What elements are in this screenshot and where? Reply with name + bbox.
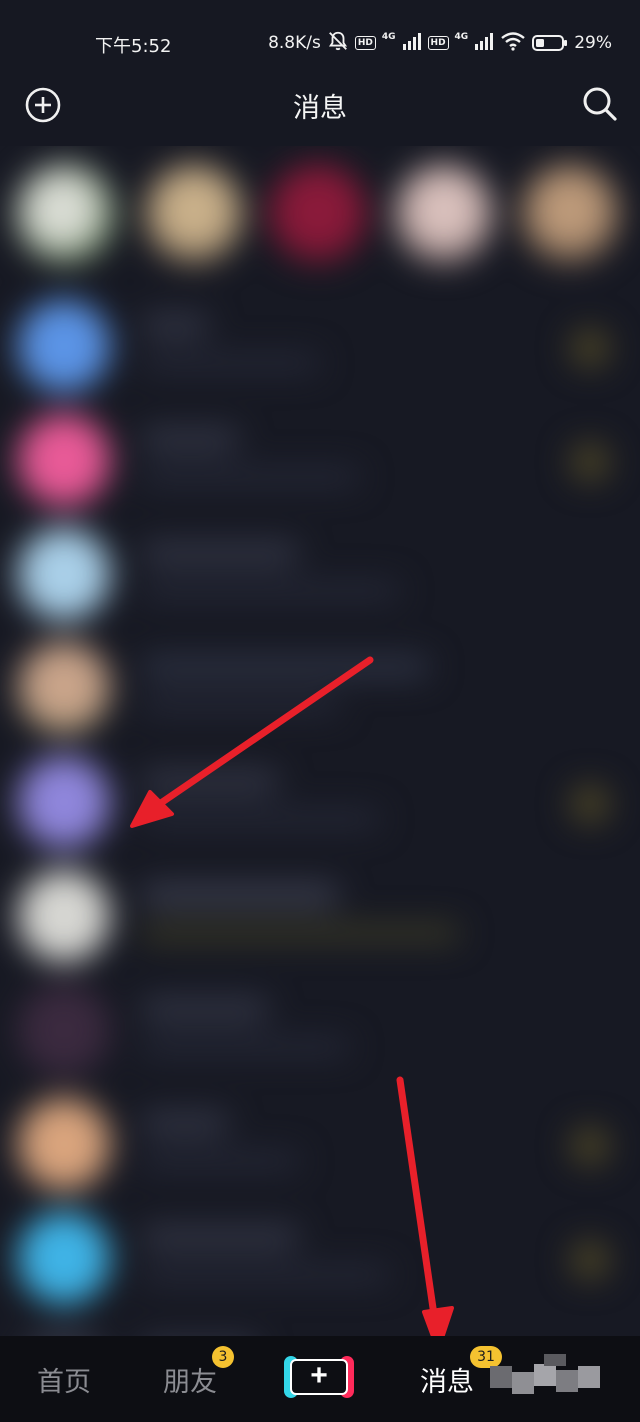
chat-name — [140, 428, 240, 450]
header: 消息 — [0, 80, 640, 146]
chat-name — [140, 314, 210, 336]
chat-name — [140, 770, 280, 792]
chat-preview — [140, 1038, 350, 1056]
search-icon[interactable] — [580, 84, 620, 124]
network-type-2: 4G — [454, 32, 469, 42]
chat-preview — [140, 1266, 390, 1284]
chat-row[interactable] — [0, 400, 640, 514]
story-avatar[interactable] — [268, 164, 368, 264]
tab-messages[interactable]: 消息 — [420, 1360, 474, 1399]
story-row — [0, 156, 640, 286]
hd-badge: HD — [354, 36, 376, 50]
messages-content-blurred — [0, 146, 640, 1336]
bottom-nav: 首页 朋友 3 + 消息 31 — [0, 1336, 640, 1422]
avatar — [18, 756, 110, 848]
chat-list — [0, 286, 640, 1336]
avatar — [18, 870, 110, 962]
chat-preview — [140, 354, 320, 372]
story-avatar[interactable] — [394, 164, 494, 264]
unread-dot — [570, 784, 610, 824]
unread-dot — [570, 328, 610, 368]
chat-row[interactable] — [0, 742, 640, 856]
mute-icon — [327, 30, 349, 57]
chat-preview — [140, 810, 380, 828]
chat-name — [140, 1112, 230, 1134]
chat-preview — [140, 582, 400, 600]
chat-row[interactable] — [0, 286, 640, 400]
blur-layer — [0, 146, 640, 1336]
chat-name — [140, 656, 430, 678]
chat-row[interactable] — [0, 1198, 640, 1312]
status-indicators: 8.8K/s HD 4G HD 4G 29% — [268, 30, 612, 56]
chat-row[interactable] — [0, 1312, 640, 1336]
chat-row[interactable] — [0, 1084, 640, 1198]
story-avatar[interactable] — [144, 164, 244, 264]
unread-dot — [570, 1126, 610, 1166]
unread-dot — [570, 1240, 610, 1280]
wifi-icon — [500, 31, 526, 56]
chat-name — [140, 998, 270, 1020]
status-time: 下午5:52 — [95, 36, 172, 57]
friends-badge: 3 — [212, 1346, 234, 1368]
chat-preview — [140, 696, 340, 714]
avatar — [18, 414, 110, 506]
chat-row[interactable] — [0, 628, 640, 742]
chat-name — [140, 884, 340, 906]
net-speed: 8.8K/s — [268, 33, 321, 53]
battery-icon — [532, 34, 568, 52]
avatar — [18, 642, 110, 734]
avatar — [18, 528, 110, 620]
page-title: 消息 — [293, 93, 347, 124]
story-avatar[interactable] — [16, 164, 116, 264]
story-avatar[interactable] — [520, 164, 620, 264]
chat-preview — [140, 1152, 300, 1170]
avatar — [18, 984, 110, 1076]
tab-friends[interactable]: 朋友 — [163, 1360, 217, 1399]
tab-home[interactable]: 首页 — [37, 1360, 91, 1399]
unread-dot — [570, 442, 610, 482]
battery-level: 29% — [574, 33, 612, 53]
avatar — [18, 1212, 110, 1304]
chat-row[interactable] — [0, 970, 640, 1084]
tab-me-blurred[interactable] — [490, 1354, 612, 1398]
chat-row[interactable] — [0, 856, 640, 970]
avatar — [18, 300, 110, 392]
create-button[interactable]: + — [284, 1356, 354, 1398]
signal-icon — [402, 32, 422, 55]
plus-icon: + — [310, 1359, 328, 1392]
avatar — [18, 1326, 110, 1336]
signal-icon-2 — [474, 32, 494, 55]
app-root: 下午5:52 8.8K/s HD 4G HD 4G 29% 消息 首页 朋友 3… — [0, 0, 640, 1422]
chat-name — [140, 542, 300, 564]
avatar — [18, 1098, 110, 1190]
status-bar: 下午5:52 8.8K/s HD 4G HD 4G 29% — [0, 0, 640, 80]
hd-badge-2: HD — [427, 36, 449, 50]
network-type: 4G — [381, 32, 396, 42]
chat-name — [140, 1226, 300, 1248]
chat-preview — [140, 924, 460, 942]
chat-row[interactable] — [0, 514, 640, 628]
chat-preview — [140, 468, 360, 486]
